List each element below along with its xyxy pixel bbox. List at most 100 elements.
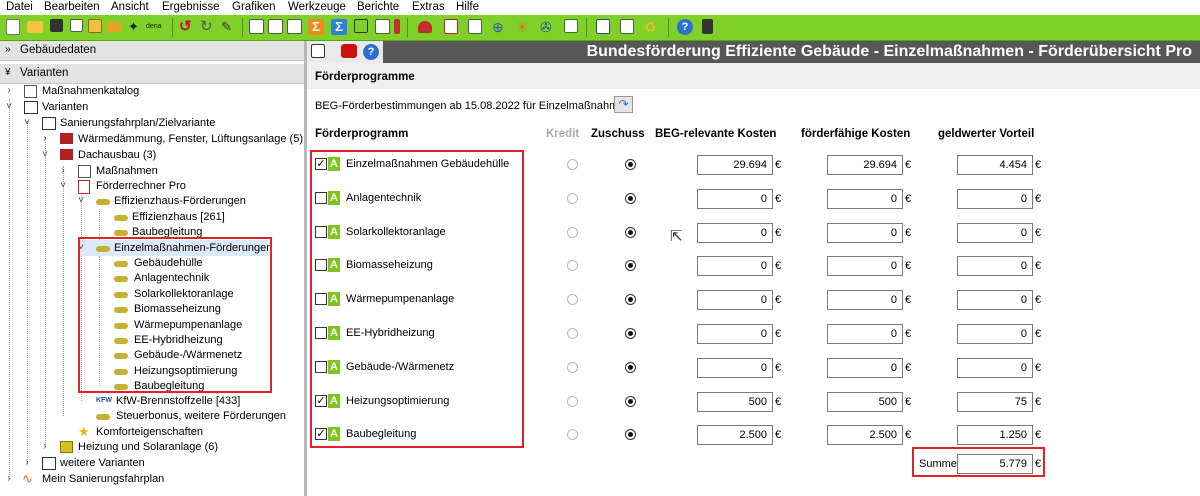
zuschuss-radio[interactable] [625,429,636,440]
tree-item-massnahmen[interactable]: › Maßnahmen [0,163,300,179]
export-icon[interactable] [107,22,121,32]
kredit-radio[interactable] [567,294,578,305]
print-icon[interactable] [620,19,634,34]
tree-item-sanierungsfahrplan[interactable]: ˅ Sanierungsfahrplan/Zielvariante [0,115,300,131]
refresh-button[interactable]: ↷ [614,96,633,113]
kredit-radio[interactable] [567,193,578,204]
menu-bearbeiten[interactable]: Bearbeiten [44,0,100,15]
vorteil-field[interactable]: 0 [957,324,1033,344]
tree-item-heizung-solar[interactable]: › Heizung und Solaranlage (6) [0,439,300,455]
new-file-icon[interactable] [6,19,20,35]
beg-field[interactable]: 0 [697,223,773,243]
gebaeudedaten-header[interactable]: » Gebäudedaten [0,41,304,61]
zuschuss-radio[interactable] [625,227,636,238]
foerderfaehig-field[interactable]: 2.500 [827,425,903,445]
paste-icon[interactable] [88,19,102,33]
chevron-right-icon[interactable]: › [4,83,14,99]
chevron-down-icon[interactable]: ˅ [22,115,32,131]
vorteil-field[interactable]: 0 [957,189,1033,209]
help-icon[interactable]: ? [677,19,693,35]
foerderfaehig-field[interactable]: 29.694 [827,155,903,175]
report-icon[interactable] [268,19,283,34]
heating-icon[interactable] [394,19,400,34]
dena-icon[interactable]: dena [146,19,166,35]
copy-icon[interactable] [70,19,83,32]
tree-item-kfw[interactable]: KFW KfW-Brennstoffzelle [433] [0,393,300,409]
sum-blue-icon[interactable]: Σ [331,19,347,35]
tree-item-weitere[interactable]: › weitere Varianten [0,455,300,471]
redo-icon[interactable]: ↻ [200,19,216,35]
undo-icon[interactable]: ↺ [179,19,195,35]
vorteil-field[interactable]: 0 [957,290,1033,310]
open-folder-icon[interactable] [27,21,43,33]
kredit-radio[interactable] [567,396,578,407]
tree-item-effizienzhaus[interactable]: Effizienzhaus [261] [0,209,300,225]
vorteil-field[interactable]: 0 [957,223,1033,243]
foerderfaehig-field[interactable]: 0 [827,290,903,310]
menu-werkzeuge[interactable]: Werkzeuge [288,0,346,15]
kredit-radio[interactable] [567,362,578,373]
zuschuss-radio[interactable] [625,260,636,271]
kredit-radio[interactable] [567,328,578,339]
zuschuss-radio[interactable] [625,159,636,170]
vorteil-field[interactable]: 0 [957,256,1033,276]
foerderfaehig-field[interactable]: 0 [827,256,903,276]
foerderfaehig-field[interactable]: 0 [827,358,903,378]
beg-field[interactable]: 0 [697,189,773,209]
tree-item-effizienzhaus-foerderungen[interactable]: ˅ Effizienzhaus-Förderungen [0,193,300,209]
wind-icon[interactable]: ✇ [540,19,556,35]
beg-field[interactable]: 2.500 [697,425,773,445]
print-icon[interactable] [311,44,325,58]
house-icon[interactable] [564,19,578,33]
chevron-right-icon[interactable]: › [4,471,14,487]
foerderfaehig-field[interactable]: 0 [827,189,903,209]
zuschuss-radio[interactable] [625,328,636,339]
menu-ergebnisse[interactable]: Ergebnisse [162,0,220,15]
tree-item-komfort[interactable]: ★ Komforteigenschaften [0,424,300,440]
tree-item-mein[interactable]: › ∿ Mein Sanierungsfahrplan [0,471,300,487]
menu-ansicht[interactable]: Ansicht [111,0,149,15]
vorteil-field[interactable]: 4.454 [957,155,1033,175]
chevron-right-icon[interactable]: › [22,455,32,471]
zuschuss-radio[interactable] [625,193,636,204]
foerderfaehig-field[interactable]: 0 [827,324,903,344]
chevron-down-icon[interactable]: ˅ [40,147,50,163]
kredit-radio[interactable] [567,227,578,238]
vorteil-field[interactable]: 75 [957,392,1033,412]
beg-field[interactable]: 500 [697,392,773,412]
chevron-down-icon[interactable]: ˅ [58,178,68,194]
table-icon[interactable] [375,19,390,34]
zuschuss-radio[interactable] [625,294,636,305]
zuschuss-radio[interactable] [625,362,636,373]
varianten-header[interactable]: ¥ Varianten [0,64,304,84]
menu-berichte[interactable]: Berichte [357,0,399,15]
chevron-right-icon[interactable]: › [40,131,50,147]
kredit-radio[interactable] [567,429,578,440]
sum-icon[interactable]: Σ [308,19,324,35]
chevron-right-icon[interactable]: › [58,163,68,179]
vorteil-field[interactable]: 0 [957,358,1033,378]
tree-item-foerderrechner[interactable]: ˅ Förderrechner Pro [0,178,300,194]
tree-item-varianten[interactable]: ˅ Varianten [0,99,300,115]
document-icon[interactable] [596,19,610,34]
vorteil-field[interactable]: 1.250 [957,425,1033,445]
globe-icon[interactable]: ⊕ [492,19,508,35]
save-icon[interactable] [50,19,63,32]
kredit-radio[interactable] [567,260,578,271]
beg-field[interactable]: 0 [697,290,773,310]
calendar-icon[interactable] [468,19,482,34]
chevron-down-icon[interactable]: ˅ [4,99,14,115]
list-icon[interactable] [287,19,302,34]
image-icon[interactable] [444,19,458,34]
building-icon[interactable] [249,19,264,34]
recycle-icon[interactable]: ♻ [644,19,660,35]
menu-hilfe[interactable]: Hilfe [456,0,479,15]
tree-item-massnahmenkatalog[interactable]: › Maßnahmenkatalog [0,83,300,99]
help-icon[interactable]: ? [363,44,379,60]
menu-datei[interactable]: Datei [6,0,33,15]
beg-field[interactable]: 29.694 [697,155,773,175]
settings-icon[interactable]: ✎ [221,19,237,35]
calculator-icon[interactable] [702,19,713,34]
tree-item-steuerbonus[interactable]: Steuerbonus, weitere Förderungen [0,408,300,424]
chevron-down-icon[interactable]: ˅ [76,193,86,209]
